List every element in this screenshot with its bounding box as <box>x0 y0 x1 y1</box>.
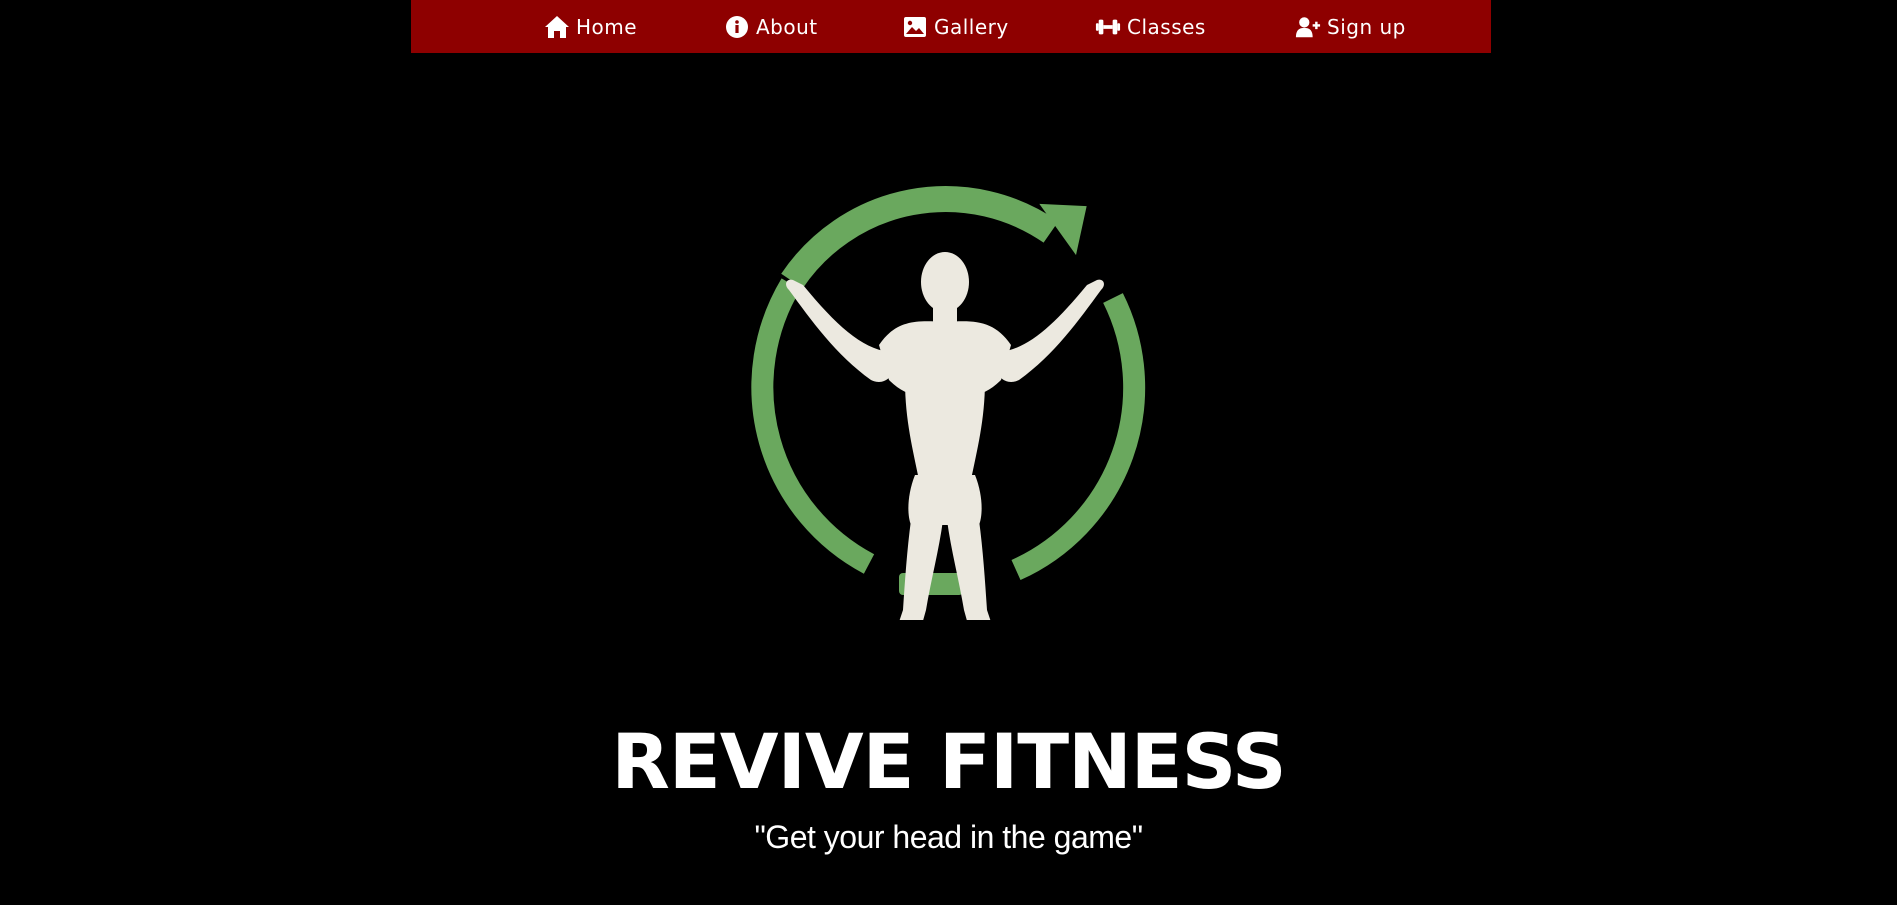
home-icon <box>544 14 570 40</box>
nav-signup-link[interactable]: Sign up <box>1295 0 1406 53</box>
hero-tagline: "Get your head in the game" <box>754 819 1143 855</box>
top-navbar: Home About Gallery Classes Sign up <box>411 0 1491 53</box>
nav-about-link[interactable]: About <box>724 0 818 53</box>
nav-about-label: About <box>756 14 818 39</box>
dumbbell-icon <box>1095 14 1121 40</box>
nav-gallery-link[interactable]: Gallery <box>902 0 1009 53</box>
info-icon <box>724 14 750 40</box>
image-icon <box>902 14 928 40</box>
nav-gallery-label: Gallery <box>934 14 1009 39</box>
nav-signup-label: Sign up <box>1327 14 1406 39</box>
user-plus-icon <box>1295 14 1321 40</box>
nav-classes-link[interactable]: Classes <box>1095 0 1206 53</box>
nav-classes-label: Classes <box>1127 14 1206 39</box>
nav-home-label: Home <box>576 14 638 39</box>
nav-home-link[interactable]: Home <box>544 0 637 53</box>
hero-title: REVIVE FITNESS <box>611 717 1286 806</box>
bodybuilder-figure-icon <box>786 252 1104 628</box>
revive-fitness-logo <box>721 180 1161 628</box>
